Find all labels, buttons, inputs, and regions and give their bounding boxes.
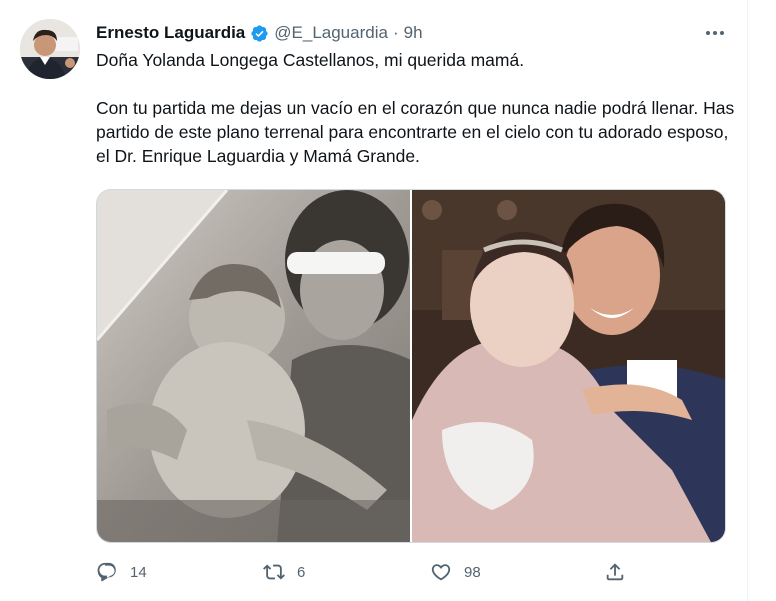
heart-icon bbox=[431, 564, 451, 581]
author-handle[interactable]: @E_Laguardia bbox=[274, 23, 388, 43]
author-name[interactable]: Ernesto Laguardia bbox=[96, 23, 245, 43]
reply-icon bbox=[97, 562, 116, 582]
share-icon bbox=[606, 563, 624, 581]
tweet-header: Ernesto Laguardia @E_Laguardia · 9h bbox=[96, 22, 423, 44]
avatar[interactable] bbox=[20, 19, 80, 79]
reply-button[interactable]: 14 bbox=[96, 561, 147, 583]
retweet-count: 6 bbox=[297, 563, 306, 581]
more-options-icon[interactable] bbox=[700, 22, 730, 44]
tweet-timestamp[interactable]: 9h bbox=[404, 23, 423, 43]
tweet-text: Doña Yolanda Longega Castellanos, mi que… bbox=[96, 48, 736, 168]
reply-count: 14 bbox=[130, 563, 147, 581]
avatar-image bbox=[20, 19, 80, 79]
tweet[interactable]: Ernesto Laguardia @E_Laguardia · 9h Doña… bbox=[0, 0, 746, 601]
vintage-sepia-photo-icon bbox=[97, 190, 410, 542]
like-button[interactable]: 98 bbox=[430, 561, 481, 583]
tweet-paragraph-2: Con tu partida me dejas un vacío en el c… bbox=[96, 98, 735, 166]
column-divider bbox=[747, 0, 748, 601]
media-photo-2[interactable] bbox=[412, 190, 725, 542]
media-photo-1[interactable] bbox=[97, 190, 410, 542]
header-separator: · bbox=[392, 23, 399, 42]
verified-badge-icon bbox=[250, 24, 269, 43]
share-button[interactable] bbox=[604, 561, 626, 583]
tweet-media bbox=[96, 189, 726, 543]
retweet-button[interactable]: 6 bbox=[263, 561, 305, 583]
color-portrait-photo-icon bbox=[412, 190, 725, 542]
retweet-icon bbox=[263, 564, 285, 580]
tweet-paragraph-1: Doña Yolanda Longega Castellanos, mi que… bbox=[96, 50, 525, 70]
tweet-actions: 14 6 98 bbox=[96, 560, 636, 584]
like-count: 98 bbox=[464, 563, 481, 581]
